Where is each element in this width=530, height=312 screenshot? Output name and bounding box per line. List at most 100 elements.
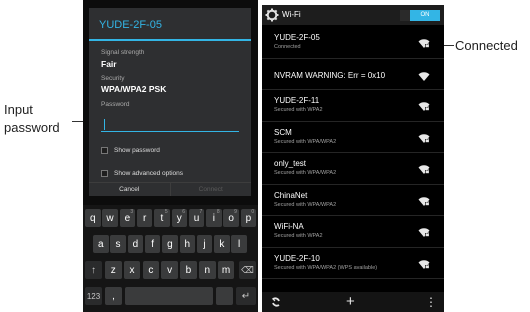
key-k[interactable]: k bbox=[214, 235, 230, 253]
key-b[interactable]: b bbox=[180, 261, 197, 279]
wifi-toggle[interactable]: ON bbox=[400, 10, 440, 21]
network-item[interactable]: YUDE-2F-05 Connected bbox=[262, 27, 444, 59]
key-x[interactable]: x bbox=[123, 261, 141, 279]
key-hint: 6 bbox=[182, 209, 185, 215]
dialog-button-bar: Cancel Connect bbox=[89, 182, 251, 196]
key-y[interactable]: y6 bbox=[171, 209, 187, 227]
key-q[interactable]: q bbox=[85, 209, 101, 227]
text-cursor bbox=[104, 119, 105, 130]
network-status: Connected bbox=[274, 44, 301, 50]
annotation-connected: Connected bbox=[455, 38, 518, 53]
network-name: YUDE-2F-10 bbox=[274, 253, 320, 263]
dialog-title: YUDE-2F-05 bbox=[99, 19, 162, 31]
settings-gear-icon[interactable] bbox=[265, 8, 279, 22]
period-key[interactable] bbox=[216, 287, 233, 305]
dialog-title-divider bbox=[89, 39, 251, 41]
key-j[interactable]: j bbox=[196, 235, 213, 253]
show-advanced-checkbox[interactable] bbox=[101, 170, 108, 177]
key-s[interactable]: s bbox=[110, 235, 126, 253]
comma-key[interactable]: , bbox=[105, 287, 122, 305]
key-label: t bbox=[160, 212, 164, 224]
annotation-input-password: Input password bbox=[4, 101, 60, 137]
key-u[interactable]: u7 bbox=[188, 209, 205, 227]
password-label: Password bbox=[101, 101, 130, 108]
network-item[interactable]: only_test Secured with WPA/WPA2 bbox=[262, 153, 444, 185]
network-item[interactable]: WiFi-NA Secured with WPA2 bbox=[262, 216, 444, 248]
key-label: i bbox=[212, 212, 215, 224]
network-status: Secured with WPA2 bbox=[274, 233, 323, 239]
wifi-bottom-bar: + ⋮ bbox=[262, 292, 444, 312]
key-label: u bbox=[193, 212, 200, 224]
key-w[interactable]: w bbox=[102, 209, 118, 227]
network-item[interactable]: ChinaNet Secured with WPA/WPA2 bbox=[262, 185, 444, 216]
key-d[interactable]: d bbox=[127, 235, 144, 253]
network-name: ChinaNet bbox=[274, 190, 308, 200]
network-status: Secured with WPA/WPA2 bbox=[274, 201, 337, 208]
key-g[interactable]: g bbox=[162, 235, 178, 253]
key-label: o bbox=[228, 212, 234, 224]
key-label: q bbox=[89, 212, 96, 224]
key-c[interactable]: c bbox=[142, 261, 160, 279]
key-hint: 8 bbox=[216, 209, 220, 215]
key-e[interactable]: e3 bbox=[119, 209, 136, 227]
key-h[interactable]: h bbox=[179, 235, 195, 253]
key-r[interactable]: r bbox=[136, 209, 153, 227]
enter-key[interactable]: ↵ bbox=[236, 287, 256, 305]
key-z[interactable]: z bbox=[105, 261, 122, 279]
show-password-checkbox[interactable] bbox=[101, 147, 108, 154]
network-item[interactable]: YUDE-2F-11 Secured with WPA2 bbox=[262, 90, 444, 122]
signal-strength-value: Fair bbox=[101, 59, 117, 69]
key-p[interactable]: p0 bbox=[240, 209, 257, 227]
show-advanced-label: Show advanced options bbox=[114, 170, 184, 177]
wifi-connect-dialog: YUDE-2F-05 Signal strength Fair Security… bbox=[89, 8, 251, 196]
network-name: YUDE-2F-05 bbox=[274, 33, 320, 42]
connect-button[interactable]: Connect bbox=[169, 183, 252, 196]
key-hint: 0 bbox=[251, 209, 255, 215]
backspace-key[interactable]: ⌫ bbox=[239, 261, 256, 279]
network-item[interactable]: SCM Secured with WPA/WPA2 bbox=[262, 122, 444, 153]
key-m[interactable]: m bbox=[217, 261, 235, 279]
password-input[interactable] bbox=[101, 118, 239, 132]
key-a[interactable]: a bbox=[93, 235, 109, 253]
space-key[interactable] bbox=[125, 287, 213, 305]
cancel-button[interactable]: Cancel bbox=[89, 183, 170, 196]
annotation-input-line2: password bbox=[4, 120, 60, 135]
network-name: NVRAM WARNING: Err = 0x10 bbox=[274, 70, 386, 80]
network-status: Secured with WPA/WPA2 bbox=[274, 138, 337, 145]
network-name: WiFi-NA bbox=[274, 222, 304, 231]
numbers-key[interactable]: 123 bbox=[85, 287, 102, 305]
wifi-action-bar: Wi-Fi ON bbox=[262, 5, 444, 25]
wifi-lock-icon bbox=[418, 36, 430, 48]
wifi-lock-icon bbox=[418, 257, 430, 269]
add-network-button[interactable]: + bbox=[346, 293, 355, 310]
key-label: r bbox=[142, 212, 147, 224]
key-n[interactable]: n bbox=[199, 261, 216, 279]
show-password-label: Show password bbox=[114, 147, 160, 154]
show-advanced-option[interactable]: Show advanced options bbox=[101, 170, 183, 177]
wifi-lock-icon bbox=[418, 194, 430, 206]
show-password-option[interactable]: Show password bbox=[101, 147, 160, 154]
overflow-menu-button[interactable]: ⋮ bbox=[425, 295, 437, 309]
key-f[interactable]: f bbox=[144, 235, 161, 253]
phone-password-screen: YUDE-2F-05 Signal strength Fair Security… bbox=[83, 0, 258, 312]
key-label: w bbox=[106, 212, 114, 224]
key-l[interactable]: l bbox=[231, 235, 247, 253]
key-o[interactable]: o9 bbox=[223, 209, 239, 227]
key-t[interactable]: t5 bbox=[154, 209, 170, 227]
key-label: y bbox=[176, 212, 182, 224]
screenshot-page: Input password Connected YUDE-2F-05 Sign… bbox=[0, 0, 530, 312]
network-item[interactable]: NVRAM WARNING: Err = 0x10 bbox=[262, 59, 444, 90]
key-i[interactable]: i8 bbox=[206, 209, 222, 227]
phone-wifi-list-screen: Wi-Fi ON YUDE-2F-05 Connected NVRAM WARNIN… bbox=[262, 5, 444, 312]
key-hint: 3 bbox=[130, 209, 134, 215]
security-value: WPA/WPA2 PSK bbox=[101, 84, 167, 94]
shift-key[interactable]: ↑ bbox=[85, 261, 102, 279]
wps-icon[interactable] bbox=[270, 296, 282, 308]
key-v[interactable]: v bbox=[161, 261, 178, 279]
key-label: p bbox=[245, 212, 252, 224]
network-name: YUDE-2F-11 bbox=[274, 96, 320, 105]
wifi-icon bbox=[418, 69, 430, 81]
network-status: Secured with WPA/WPA2 (WPS available) bbox=[274, 264, 378, 271]
wifi-network-list: YUDE-2F-05 Connected NVRAM WARNING: Err = … bbox=[262, 27, 444, 279]
network-item[interactable]: YUDE-2F-10 Secured with WPA/WPA2 (WPS ava… bbox=[262, 248, 444, 279]
